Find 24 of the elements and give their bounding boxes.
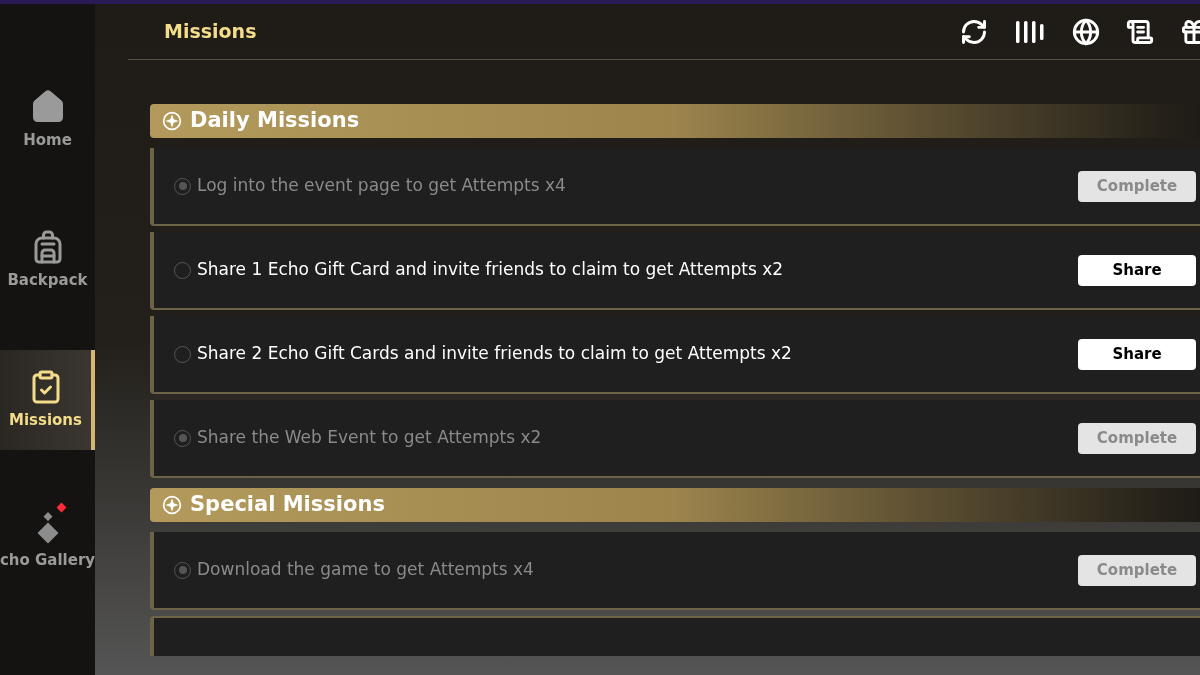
nav-label: Backpack (7, 269, 88, 291)
nav-item[interactable]: Backpack (0, 210, 95, 310)
mission-text: Log into the event page to get Attempts x4 (197, 174, 566, 198)
page-title: Missions (164, 19, 257, 45)
gift-icon[interactable] (1180, 17, 1200, 46)
mission-text: Share the Web Event to get Attempts x2 (197, 426, 542, 450)
mission-text: Download the game to get Attempts x4 (197, 558, 534, 582)
nav-label: Home (23, 129, 72, 151)
nav-item[interactable]: Missions (0, 350, 95, 450)
document-icon[interactable] (1126, 17, 1154, 46)
nav-item[interactable]: cho Gallery (0, 490, 95, 590)
mission-text: Share 2 Echo Gift Cards and invite friends to claim to get Attempts x2 (197, 342, 792, 366)
globe-icon[interactable] (1072, 17, 1100, 46)
sparkle-icon (162, 495, 182, 515)
sparkle-icon (162, 111, 182, 131)
mission-text: Share 1 Echo Gift Card and invite friends to claim to get Attempts x2 (197, 258, 784, 282)
section-title: Daily Missions (190, 107, 360, 135)
share-button[interactable]: Share (1078, 338, 1196, 370)
refresh-icon[interactable] (960, 17, 988, 46)
section-title: Special Missions (190, 491, 385, 519)
nav-label: cho Gallery (0, 549, 96, 571)
nav-label: Missions (9, 409, 82, 431)
share-button[interactable]: Share (1078, 254, 1196, 286)
nav-item[interactable]: Home (0, 70, 95, 170)
